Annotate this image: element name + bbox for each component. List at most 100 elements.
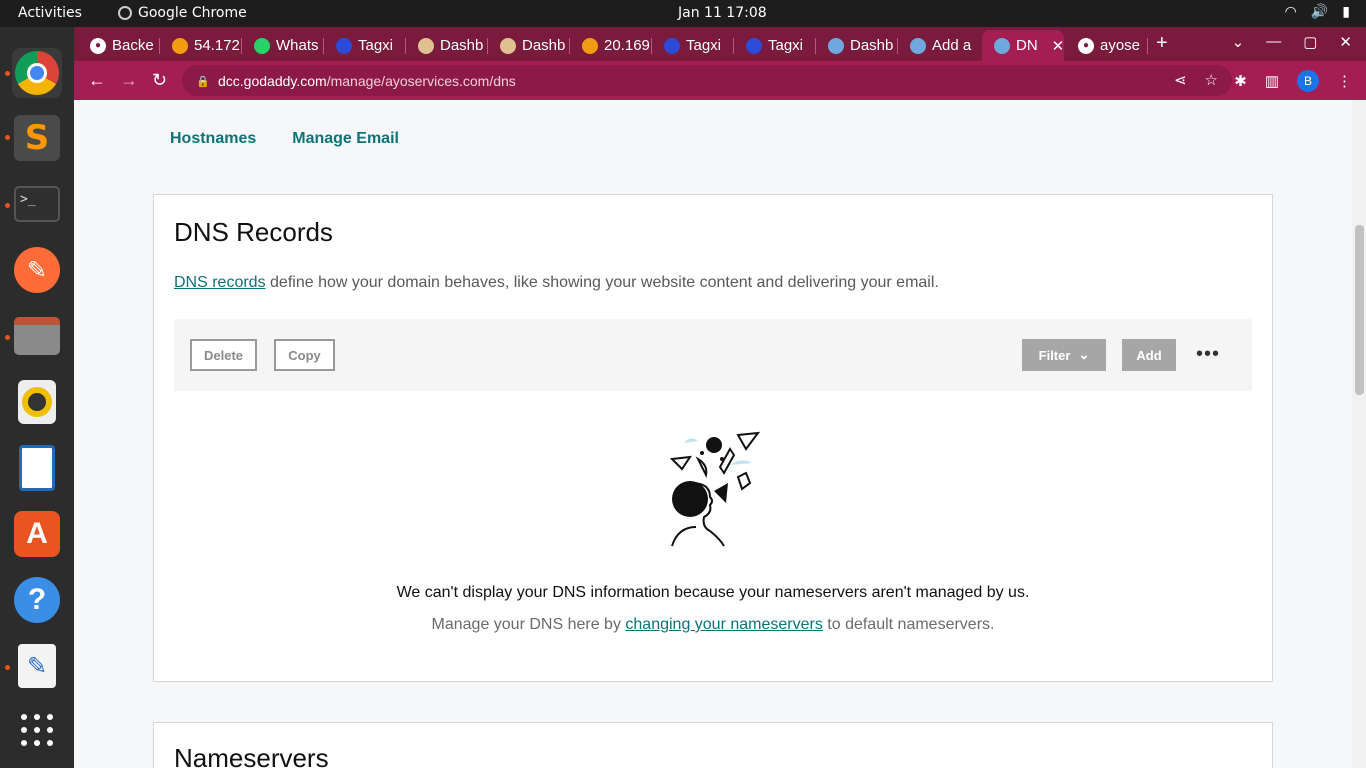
tab-10[interactable]: Dashb [816,30,898,61]
tab-label: Dashb [440,37,484,54]
dock-writer[interactable] [12,443,62,493]
tab-8[interactable]: Tagxi [652,30,734,61]
tab-3[interactable]: Whats [242,30,324,61]
delete-button[interactable]: Delete [190,339,257,371]
volume-icon: 🔊 [1310,4,1329,20]
extensions-icon[interactable]: ✱ [1234,72,1247,90]
change-nameservers-link[interactable]: changing your nameservers [625,616,822,633]
tab-search-icon[interactable]: ⌄ [1232,33,1245,51]
dock-files[interactable] [12,311,62,361]
url-host: dcc.godaddy.com [218,72,327,89]
hostnames-link[interactable]: Hostnames [170,130,256,148]
dock-terminal[interactable]: >_ [12,179,62,229]
shield-icon [664,37,680,54]
system-tray[interactable]: ◠ 🔊 ▮ [1285,4,1350,20]
tab-5[interactable]: Dashb [406,30,488,61]
instruction-suffix: to default nameservers. [822,616,995,633]
scrollbar-thumb[interactable] [1355,225,1364,395]
sublime-icon: S [14,115,60,161]
tab-label: 20.169 [604,37,650,54]
minimize-icon[interactable]: — [1266,33,1281,51]
tab-1[interactable]: ● Backe [78,30,160,61]
back-icon[interactable]: ← [88,70,106,91]
globe-icon: ● [1078,37,1094,54]
share-icon[interactable]: ⋖ [1174,71,1187,89]
forward-icon[interactable]: → [120,70,138,91]
tab-label: ayose [1100,37,1141,54]
avatar-icon [418,37,434,54]
dock-chrome[interactable] [12,48,62,98]
dock-text-editor[interactable]: ✎ [12,641,62,691]
postman-icon: ✎ [14,247,60,293]
running-indicator [5,203,10,208]
tab-label: Dashb [522,37,566,54]
browser-toolbar: ← → ↻ 🔒 dcc.godaddy.com/manage/ayoservic… [74,61,1366,100]
side-panel-icon[interactable]: ▥ [1265,72,1279,90]
tab-2[interactable]: 54.172 [160,30,242,61]
whatsapp-icon [254,37,270,54]
dock-rhythmbox[interactable] [12,377,62,427]
tab-4[interactable]: Tagxi [324,30,406,61]
reload-icon[interactable]: ↻ [152,70,167,91]
page-scrollbar[interactable] [1352,100,1366,768]
sub-navigation: Hostnames Manage Email [170,130,399,148]
nameservers-title: Nameservers [174,743,329,768]
dock: S >_ ✎ A ? ✎ [0,27,74,768]
activities-button[interactable]: Activities [18,5,82,21]
tab-11[interactable]: Add a [898,30,980,61]
avatar-icon [500,37,516,54]
tab-label: 54.172 [194,37,240,54]
bookmark-star-icon[interactable]: ☆ [1205,71,1218,89]
speaker-icon [18,380,56,424]
nameservers-card: Nameservers [153,722,1273,768]
maximize-icon[interactable]: ▢ [1303,33,1317,51]
tab-label: Tagxi [358,37,394,54]
clock[interactable]: Jan 11 17:08 [678,5,767,21]
filter-button[interactable]: Filter ⌄ [1022,339,1106,371]
new-tab-icon[interactable]: + [1156,32,1168,55]
tab-9[interactable]: Tagxi [734,30,816,61]
window-controls: ⌄ — ▢ ✕ [1232,33,1352,51]
show-apps-button[interactable] [12,705,62,755]
dock-sublime-text[interactable]: S [12,113,62,163]
battery-icon: ▮ [1342,4,1350,20]
dock-postman[interactable]: ✎ [12,245,62,295]
system-top-bar: Activities Google Chrome Jan 11 17:08 ◠ … [0,0,1366,27]
tab-13[interactable]: ● ayose [1066,30,1148,61]
wifi-icon: ◠ [1284,4,1297,20]
copy-button[interactable]: Copy [274,339,335,371]
document-icon [19,445,55,491]
address-bar[interactable]: 🔒 dcc.godaddy.com/manage/ayoservices.com… [182,65,1232,96]
tab-7[interactable]: 20.169 [570,30,652,61]
more-options-icon[interactable]: ••• [1196,343,1220,366]
url-path: /manage/ayoservices.com/dns [326,72,516,89]
nameserver-instruction: Manage your DNS here by changing your na… [154,616,1272,634]
close-tab-icon[interactable]: ✕ [1052,37,1064,55]
globe-icon: ● [90,37,106,54]
close-window-icon[interactable]: ✕ [1339,33,1352,51]
godaddy-icon [910,37,926,54]
tab-label: Tagxi [686,37,722,54]
app-menu[interactable]: Google Chrome [118,5,247,21]
menu-kebab-icon[interactable]: ⋮ [1337,72,1352,90]
dns-records-title: DNS Records [174,217,333,247]
text-editor-icon: ✎ [18,644,56,688]
tab-label: Backe [112,37,154,54]
manage-email-link[interactable]: Manage Email [292,130,399,148]
aws-icon [582,37,598,54]
dock-software[interactable]: A [12,509,62,559]
godaddy-icon [828,37,844,54]
dns-records-link[interactable]: DNS records [174,274,266,291]
tab-6[interactable]: Dashb [488,30,570,61]
folder-icon [14,317,60,355]
add-button[interactable]: Add [1122,339,1176,371]
tab-strip: ● Backe 54.172 Whats Tagxi Dashb Dashb 20… [74,27,1366,61]
tab-12-active[interactable]: DN ✕ [982,30,1064,61]
tab-label: Add a [932,37,972,54]
tab-label: Tagxi [768,37,804,54]
tab-label: DN [1016,37,1038,54]
dock-help[interactable]: ? [12,575,62,625]
profile-avatar[interactable]: B [1297,70,1319,92]
shield-icon [336,37,352,54]
nameserver-warning-message: We can't display your DNS information be… [396,584,1030,601]
